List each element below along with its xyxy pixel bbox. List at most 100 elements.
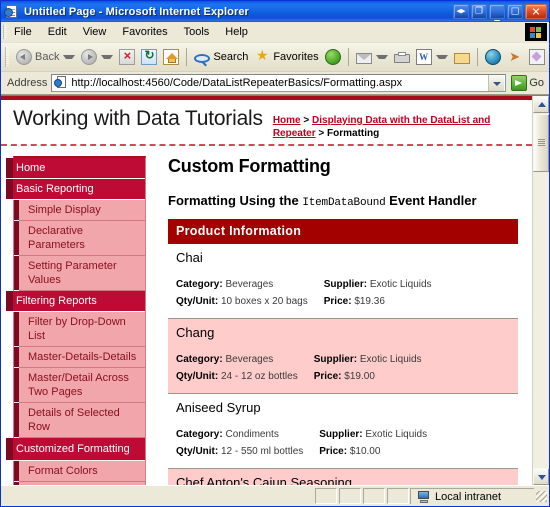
security-zone[interactable]: Local intranet <box>410 488 534 504</box>
page-title: Custom Formatting <box>168 156 331 176</box>
toolbar-separator <box>186 48 188 66</box>
subtitle-part-2: Event Handler <box>385 193 477 208</box>
edit-page-button[interactable] <box>526 46 548 68</box>
product-item[interactable]: Chang Category: Beverages Supplier: Exot… <box>168 319 518 394</box>
stop-button[interactable] <box>116 46 138 68</box>
refresh-button[interactable] <box>138 46 160 68</box>
sidebar-item-filter-by-drop-down-list[interactable]: Filter by Drop-Down List <box>14 312 145 347</box>
messenger-button[interactable] <box>482 46 504 68</box>
back-dropdown-icon[interactable] <box>63 55 76 59</box>
print-button[interactable] <box>391 46 413 68</box>
page-body: Home Basic Reporting Simple Display Decl… <box>1 146 532 485</box>
sidebar-item-declarative-parameters[interactable]: Declarative Parameters <box>14 221 145 256</box>
sidebar-item-format-colors[interactable]: Format Colors <box>14 461 145 482</box>
scroll-up-button[interactable] <box>533 96 549 113</box>
price-value: $19.36 <box>354 296 385 307</box>
price-label: Price: <box>323 296 352 307</box>
search-label: Search <box>213 51 249 63</box>
sidebar-item-basic-reporting[interactable]: Basic Reporting <box>6 179 145 200</box>
site-title: Working with Data Tutorials <box>13 107 263 130</box>
menu-help[interactable]: Help <box>218 24 255 40</box>
menu-view[interactable]: View <box>76 24 114 40</box>
main-content: Custom Formatting Formatting Using the I… <box>146 156 532 485</box>
sidebar-item-details-of-selected-row[interactable]: Details of Selected Row <box>14 403 145 438</box>
security-zone-label: Local intranet <box>435 490 502 503</box>
qty-value: 24 - 12 oz bottles <box>221 371 298 382</box>
media-button[interactable] <box>322 46 344 68</box>
browser-window: Untitled Page - Microsoft Internet Explo… <box>0 0 550 507</box>
category-label: Category: <box>176 429 223 440</box>
sidebar-item-simple-display[interactable]: Simple Display <box>14 200 145 221</box>
edit-dropdown-icon[interactable] <box>435 55 448 59</box>
go-button[interactable]: Go <box>511 75 547 91</box>
breadcrumb-home-link[interactable]: Home <box>273 115 301 126</box>
scrollbar-thumb[interactable] <box>533 114 549 172</box>
sidebar-item-master-detail-across-two-pages[interactable]: Master/Detail Across Two Pages <box>14 368 145 403</box>
sidebar-item-setting-parameter-values[interactable]: Setting Parameter Values <box>14 256 145 291</box>
category-cell: Category: Beverages <box>176 277 308 294</box>
product-fields: Category: Beverages Supplier: Exotic Liq… <box>176 352 510 386</box>
vertical-scrollbar[interactable] <box>532 96 549 485</box>
back-arrow-icon <box>16 49 32 65</box>
product-fields: Category: Condiments Supplier: Exotic Li… <box>176 427 510 461</box>
refresh-icon <box>141 48 158 65</box>
msn-button[interactable]: ➤ <box>504 46 526 68</box>
close-button[interactable]: ✕ <box>525 4 547 19</box>
supplier-label: Supplier: <box>319 429 363 440</box>
section-subtitle: Formatting Using the ItemDataBound Event… <box>168 193 518 209</box>
status-pane-2 <box>339 488 361 504</box>
toolbar-grip[interactable] <box>5 47 9 67</box>
status-pane-1 <box>315 488 337 504</box>
menu-bar: File Edit View Favorites Tools Help <box>1 22 549 43</box>
restore-group-button[interactable]: ◂▸ <box>453 4 469 19</box>
breadcrumb-sep-2: > <box>315 128 328 139</box>
mail-dropdown-icon[interactable] <box>375 55 388 59</box>
price-value: $19.00 <box>344 371 375 382</box>
product-name: Chai <box>176 250 203 265</box>
product-item[interactable]: Aniseed Syrup Category: Condiments Suppl… <box>168 394 518 469</box>
minimize-button[interactable]: _ <box>489 4 505 20</box>
sidebar-item-customized-formatting[interactable]: Customized Formatting <box>6 438 145 461</box>
product-item[interactable]: Chef Anton's Cajun Seasoning Category: C… <box>168 469 518 485</box>
favorites-button[interactable]: ★ Favorites <box>251 46 321 68</box>
sidebar-item-master-details-details[interactable]: Master-Details-Details <box>14 347 145 368</box>
mail-icon <box>355 52 372 64</box>
restore-down-button[interactable]: ❐ <box>471 4 487 19</box>
category-value: Beverages <box>225 354 274 365</box>
menu-file[interactable]: File <box>7 24 39 40</box>
sidebar-nav: Home Basic Reporting Simple Display Decl… <box>6 156 146 485</box>
sidebar-item-custom-content-gridview[interactable]: Custom Content in a GridView <box>14 482 145 485</box>
maximize-button[interactable]: □ <box>507 4 523 19</box>
category-value: Beverages <box>225 279 274 290</box>
address-dropdown-icon[interactable] <box>488 75 505 91</box>
back-button[interactable]: Back <box>13 46 78 68</box>
edit-word-button[interactable]: W <box>413 46 451 68</box>
home-button[interactable] <box>160 46 182 68</box>
page-globe-icon <box>4 4 20 20</box>
menu-tools[interactable]: Tools <box>177 24 217 40</box>
menu-edit[interactable]: Edit <box>41 24 74 40</box>
sidebar-item-filtering-reports[interactable]: Filtering Reports <box>6 291 145 312</box>
window-title: Untitled Page - Microsoft Internet Explo… <box>24 5 249 18</box>
status-pane-3 <box>363 488 385 504</box>
mail-button[interactable] <box>353 46 391 68</box>
price-cell: Price: $19.00 <box>298 369 422 386</box>
resize-grip[interactable] <box>534 489 548 503</box>
product-datalist: Product Information Chai Category: Bever… <box>168 219 518 485</box>
product-item[interactable]: Chai Category: Beverages Supplier: Exoti… <box>168 244 518 319</box>
scroll-down-button[interactable] <box>533 468 549 485</box>
sidebar-item-home[interactable]: Home <box>6 158 145 179</box>
category-cell: Category: Beverages <box>176 352 298 369</box>
forward-button[interactable] <box>78 46 116 68</box>
price-value: $10.00 <box>349 446 381 457</box>
product-fields: Category: Beverages Supplier: Exotic Liq… <box>176 277 510 311</box>
address-input[interactable]: http://localhost:4560/Code/DataListRepea… <box>51 74 507 92</box>
qty-cell: Qty/Unit: 10 boxes x 20 bags <box>176 294 308 311</box>
search-button[interactable]: Search <box>191 46 251 68</box>
price-label: Price: <box>313 371 342 382</box>
menu-favorites[interactable]: Favorites <box>115 24 174 40</box>
page-viewport: Working with Data Tutorials Home > Displ… <box>1 95 549 485</box>
discuss-button[interactable] <box>451 46 473 68</box>
forward-dropdown-icon[interactable] <box>101 55 114 59</box>
supplier-value: Exotic Liquids <box>369 279 432 290</box>
